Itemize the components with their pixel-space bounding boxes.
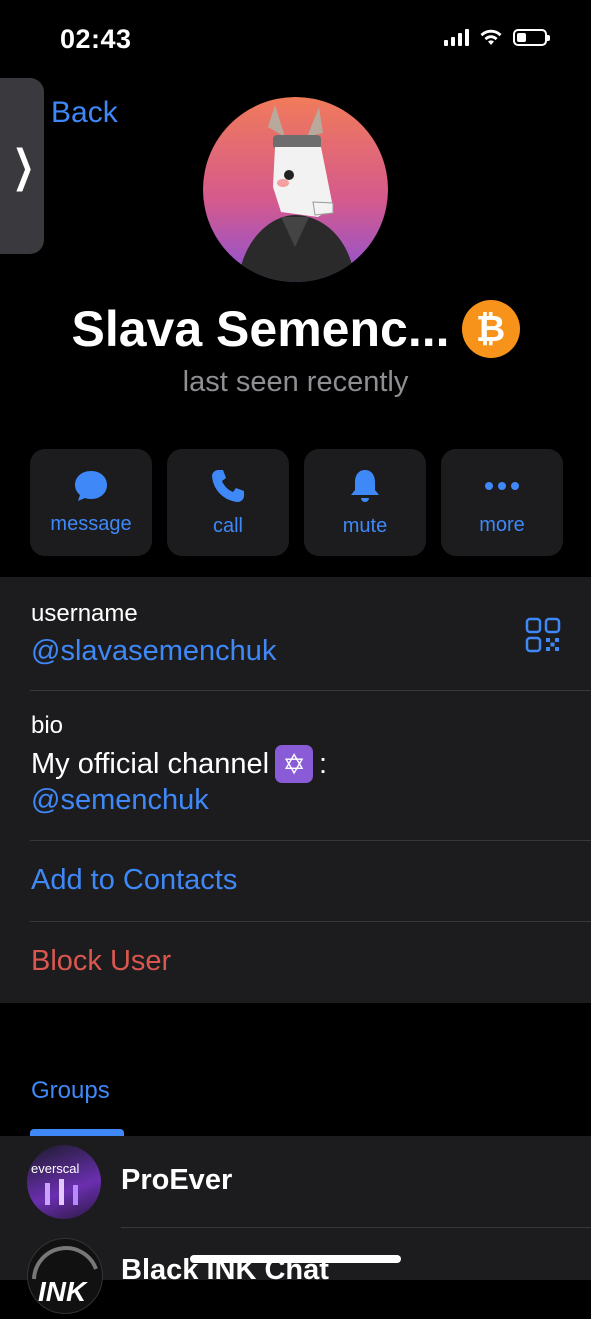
more-button[interactable]: more — [441, 449, 563, 556]
mute-label: mute — [342, 515, 388, 537]
phone-icon — [212, 470, 244, 502]
call-button[interactable]: call — [167, 449, 289, 556]
message-button[interactable]: message — [30, 449, 152, 556]
username-label: username — [31, 600, 138, 627]
more-label: more — [479, 514, 525, 536]
bio-channel-link[interactable]: @semenchuk — [31, 784, 209, 817]
username-link[interactable]: @slavasemenchuk — [31, 635, 276, 668]
battery-icon — [513, 28, 550, 46]
chat-bubble-icon — [75, 471, 107, 501]
block-user-button[interactable]: Block User — [31, 945, 171, 978]
star-of-david-icon: ✡ — [275, 745, 314, 783]
add-to-contacts-button[interactable]: Add to Contacts — [31, 864, 237, 897]
list-item[interactable]: everscal ProEver — [0, 1136, 591, 1227]
status-icons — [444, 28, 550, 46]
mute-button[interactable]: mute — [304, 449, 426, 556]
groups-tab[interactable]: Groups — [31, 1077, 110, 1105]
list-item[interactable]: INK Black INK Chat — [0, 1228, 591, 1319]
ellipsis-icon — [485, 482, 519, 490]
info-section: username @slavasemenchuk bio My official… — [0, 577, 591, 1003]
action-buttons: message call mute more — [30, 449, 563, 556]
last-seen-status: last seen recently — [182, 366, 409, 398]
side-panel-handle[interactable]: ❯ — [0, 78, 44, 254]
wifi-icon — [480, 29, 502, 45]
chevron-right-icon: ❯ — [11, 141, 35, 191]
status-time: 02:43 — [60, 24, 132, 54]
group-avatar: everscal — [27, 1145, 101, 1219]
call-label: call — [212, 515, 243, 537]
profile-name-row: Slava Semenc... ₿ — [0, 300, 591, 358]
group-avatar-text: everscal — [31, 1161, 80, 1176]
message-label: message — [50, 513, 132, 535]
back-button[interactable]: Back — [51, 96, 118, 130]
signal-icon — [444, 28, 469, 46]
group-avatar: INK — [27, 1238, 103, 1314]
home-indicator[interactable] — [190, 1255, 401, 1263]
divider — [30, 690, 591, 691]
group-name: ProEver — [121, 1164, 233, 1196]
bitcoin-icon[interactable]: ₿ — [461, 300, 520, 358]
bio-text-row: My official channel ✡: — [31, 745, 327, 783]
qr-code-icon[interactable] — [525, 617, 561, 653]
divider — [30, 921, 591, 922]
bio-suffix: : — [319, 747, 328, 780]
bio-text: My official channel — [31, 747, 270, 780]
avatar[interactable] — [203, 97, 388, 282]
profile-name: Slava Semenc... — [71, 301, 450, 357]
bio-label: bio — [31, 712, 64, 739]
divider — [30, 840, 591, 841]
group-avatar-text: INK — [38, 1276, 88, 1307]
bell-icon — [351, 470, 379, 502]
